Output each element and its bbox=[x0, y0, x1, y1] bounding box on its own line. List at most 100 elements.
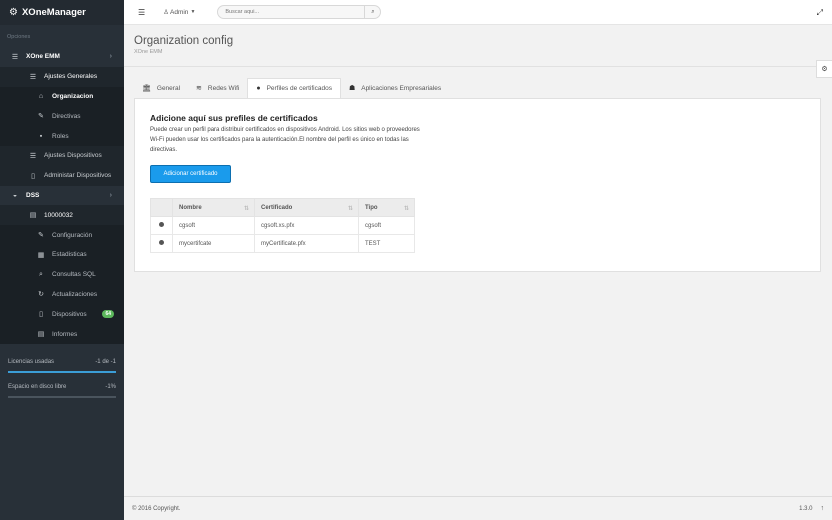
cell-certificado: cgsoft.xs.pfx bbox=[254, 216, 359, 235]
caret-down-icon: ▼ bbox=[190, 9, 196, 15]
table-header-tipo[interactable]: Tipo ⇅ bbox=[358, 198, 415, 217]
sidebar-item-label: Ajustes Generales bbox=[44, 73, 98, 81]
search-input[interactable] bbox=[218, 6, 365, 18]
sidebar-item-label: Administar Dispositivos bbox=[44, 172, 112, 180]
sidebar-item-label: DSS bbox=[26, 191, 40, 199]
licencias-value: -1 de -1 bbox=[95, 359, 116, 365]
gear-icon: ⚙ bbox=[9, 7, 18, 18]
list-icon: ☰ bbox=[29, 152, 37, 160]
sidebar-item-label: Dispositivos bbox=[52, 310, 87, 318]
sidebar-item-consultas-sql[interactable]: ⌕ Consultas SQL bbox=[0, 264, 124, 285]
sidebar-section-label: Opciones bbox=[7, 34, 31, 40]
disco-stat: Espacio en disco libre -1% bbox=[0, 384, 124, 390]
sort-icon: ⇅ bbox=[243, 205, 249, 212]
copyright: © 2016 Copyright. bbox=[132, 505, 181, 512]
tab-redes-wifi[interactable]: ≋ Redes Wifi bbox=[188, 78, 247, 98]
sidebar-item-label: Ajustes Dispositivos bbox=[44, 152, 102, 160]
cell-nombre: mycertifcate bbox=[172, 234, 255, 253]
home-icon: ⌂ bbox=[38, 92, 44, 100]
chevron-right-icon: › bbox=[109, 191, 112, 199]
count-badge: 64 bbox=[102, 310, 114, 319]
sidebar-item-xone-emm[interactable]: ☰ XOne EMM › bbox=[0, 47, 124, 67]
wrench-icon: ✎ bbox=[38, 113, 44, 121]
sidebar-item-label: Actualizaciones bbox=[52, 290, 98, 298]
refresh-icon: ↻ bbox=[38, 291, 44, 299]
table-header-nombre[interactable]: Nombre ⇅ bbox=[172, 198, 255, 217]
sidebar-item-label: Directivas bbox=[52, 112, 81, 120]
sidebar-item-configuracion[interactable]: ✎ Configuración bbox=[0, 225, 124, 245]
row-bullet-icon bbox=[159, 240, 164, 245]
chart-icon: ▦ bbox=[37, 251, 45, 259]
sidebar-item-10000032[interactable]: ▤ 10000032 bbox=[0, 205, 124, 226]
topbar: ☰ ♙ Admin ▼ ⌕ ⤢ bbox=[124, 0, 832, 25]
tab-label: General bbox=[156, 84, 181, 92]
search-box: ⌕ bbox=[217, 5, 382, 19]
sidebar-item-estadisticas[interactable]: ▦ Estadisticas bbox=[0, 244, 124, 265]
tab-perfiles-certificados[interactable]: ● Perfiles de certificados bbox=[247, 78, 341, 98]
file-icon: ▤ bbox=[29, 212, 37, 220]
sidebar-item-organizacion[interactable]: ⌂ Organizacion bbox=[0, 86, 124, 107]
list-icon: ☰ bbox=[29, 73, 37, 81]
page-title: Organization config bbox=[134, 35, 234, 47]
expand-icon[interactable]: ⤢ bbox=[817, 8, 823, 18]
sidebar-item-label: Roles bbox=[52, 132, 69, 140]
add-certificate-button[interactable]: Adicionar certificado bbox=[150, 165, 231, 183]
user-menu[interactable]: ♙ Admin ▼ bbox=[163, 8, 196, 17]
certificates-table: Nombre ⇅ Certificado ⇅ Tipo ⇅ cgsoft cgsoft… bbox=[150, 198, 415, 253]
sidebar-item-label: Estadisticas bbox=[52, 251, 87, 259]
licencias-label: Licencias usadas bbox=[8, 359, 55, 365]
sidebar-item-ajustes-dispositivos[interactable]: ☰ Ajustes Dispositivos bbox=[0, 145, 124, 166]
tab-label: Redes Wifi bbox=[207, 84, 240, 92]
footer: © 2016 Copyright. 1.3.0 ↑ bbox=[124, 496, 832, 520]
cell-tipo: cgsoft bbox=[358, 216, 415, 235]
sidebar-item-label: XOne EMM bbox=[26, 53, 60, 61]
settings-toggle[interactable]: ⚙ bbox=[816, 60, 832, 78]
sort-icon: ⇅ bbox=[403, 205, 409, 212]
brand[interactable]: ⚙ XOneManager bbox=[0, 0, 124, 25]
sidebar-item-administar-dispositivos[interactable]: ▯ Administar Dispositivos bbox=[0, 165, 124, 186]
sort-icon: ⇅ bbox=[347, 205, 353, 212]
table-row[interactable]: mycertifcate myCertificate.pfx TEST bbox=[150, 234, 415, 253]
bank-icon: 🏛 bbox=[142, 85, 151, 92]
users-icon: ☗ bbox=[348, 85, 356, 92]
sidebar-item-dispositivos[interactable]: ▯ Dispositivos 64 bbox=[0, 304, 124, 325]
list-icon: ☰ bbox=[11, 53, 19, 61]
gear-icon: ⚙ bbox=[821, 66, 828, 73]
dashboard-icon: ◒ bbox=[12, 191, 18, 199]
tab-aplicaciones-empresariales[interactable]: ☗ Aplicaciones Empresariales bbox=[341, 78, 449, 98]
search-button[interactable]: ⌕ bbox=[364, 6, 380, 18]
sidebar-item-ajustes-generales[interactable]: ☰ Ajustes Generales bbox=[0, 66, 124, 87]
version: 1.3.0 bbox=[799, 505, 813, 512]
file-icon: ▤ bbox=[37, 331, 45, 339]
disco-progress bbox=[8, 396, 116, 398]
panel-heading: Adicione aquí sus prefiles de certificad… bbox=[150, 113, 318, 123]
mobile-icon: ▯ bbox=[31, 172, 35, 180]
circle-icon: ● bbox=[256, 85, 261, 92]
sidebar-item-directivas[interactable]: ✎ Directivas bbox=[0, 106, 124, 127]
menu-icon[interactable]: ☰ bbox=[138, 8, 145, 17]
disco-label: Espacio en disco libre bbox=[8, 384, 67, 390]
arrow-up-icon[interactable]: ↑ bbox=[821, 505, 825, 512]
sidebar-item-dss[interactable]: ◒ DSS › bbox=[0, 185, 124, 206]
tab-general[interactable]: 🏛 General bbox=[134, 78, 188, 98]
sidebar-item-roles[interactable]: ▪ Roles bbox=[0, 126, 124, 146]
table-header-certificado[interactable]: Certificado ⇅ bbox=[254, 198, 359, 217]
sidebar: ⚙ XOneManager Opciones ☰ XOne EMM › ☰ Aj… bbox=[0, 0, 124, 520]
user-label: Admin bbox=[170, 8, 189, 16]
tab-label: Perfiles de certificados bbox=[266, 85, 332, 92]
page-header: Organization config XOne EMM bbox=[124, 25, 832, 67]
disco-value: -1% bbox=[105, 384, 116, 390]
search-icon: ⌕ bbox=[39, 270, 43, 278]
cell-nombre: cgsoft bbox=[172, 216, 255, 235]
table-row[interactable]: cgsoft cgsoft.xs.pfx cgsoft bbox=[150, 216, 415, 235]
licencias-stat: Licencias usadas -1 de -1 bbox=[0, 359, 124, 365]
sidebar-item-actualizaciones[interactable]: ↻ Actualizaciones bbox=[0, 284, 124, 305]
search-icon: ⌕ bbox=[371, 8, 375, 15]
sidebar-item-informes[interactable]: ▤ Informes bbox=[0, 324, 124, 344]
sidebar-item-label: Organizacion bbox=[52, 92, 94, 100]
tab-label: Aplicaciones Empresariales bbox=[361, 84, 442, 92]
cell-certificado: myCertificate.pfx bbox=[254, 234, 359, 253]
row-bullet-icon bbox=[159, 222, 164, 227]
sidebar-item-label: 10000032 bbox=[44, 211, 73, 219]
chevron-right-icon: › bbox=[109, 53, 112, 61]
